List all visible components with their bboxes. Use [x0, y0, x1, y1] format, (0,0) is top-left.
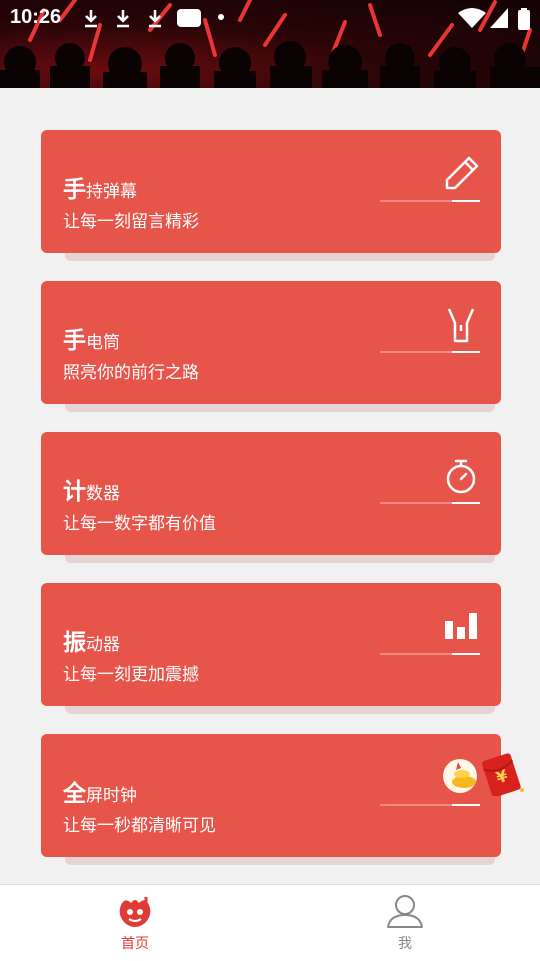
card-divider	[380, 653, 480, 655]
card-vibrator[interactable]: 振动器 让每一刻更加震撼	[41, 583, 501, 706]
card-divider	[380, 804, 480, 806]
notification-icon	[177, 9, 201, 27]
card-title: 手持弹幕	[63, 177, 137, 203]
stopwatch-icon	[446, 459, 476, 494]
download-icon	[85, 10, 97, 28]
card-title: 手电筒	[63, 328, 120, 354]
card-flashlight[interactable]: 手电筒 照亮你的前行之路	[41, 281, 501, 404]
card-danmaku[interactable]: 手持弹幕 让每一刻留言精彩	[41, 130, 501, 253]
wifi-icon	[458, 8, 486, 28]
nav-me[interactable]: 我	[345, 885, 465, 961]
card-subtitle: 让每一数字都有价值	[63, 514, 216, 534]
nav-me-label: 我	[398, 936, 412, 952]
user-icon	[387, 895, 423, 928]
card-divider	[380, 200, 480, 202]
card-fullscreen-clock[interactable]: 全屏时钟 让每一秒都清晰可见	[41, 734, 501, 857]
card-counter[interactable]: 计数器 让每一数字都有价值	[41, 432, 501, 555]
nav-home-label: 首页	[121, 936, 149, 952]
flashlight-icon	[447, 308, 475, 343]
home-mascot-icon	[119, 897, 151, 927]
battery-icon	[518, 8, 530, 30]
download-icon	[149, 10, 161, 28]
pencil-icon	[445, 156, 479, 190]
bar-chart-icon	[445, 613, 477, 639]
signal-icon	[490, 8, 508, 28]
card-divider	[380, 351, 480, 353]
download-icon	[117, 10, 129, 28]
red-envelope-icon[interactable]: ¥	[442, 750, 526, 796]
card-title: 振动器	[63, 630, 120, 656]
card-subtitle: 让每一刻留言精彩	[63, 212, 199, 232]
status-bar: 10:26	[0, 0, 540, 36]
header-banner: 10:26	[0, 0, 540, 88]
nav-home[interactable]: 首页	[75, 885, 195, 961]
bottom-nav: 首页 我	[0, 884, 540, 961]
card-divider	[380, 502, 480, 504]
card-subtitle: 照亮你的前行之路	[63, 363, 199, 383]
card-subtitle: 让每一秒都清晰可见	[63, 816, 216, 836]
status-time: 10:26	[10, 6, 62, 28]
card-title: 全屏时钟	[63, 781, 137, 807]
card-subtitle: 让每一刻更加震撼	[63, 665, 199, 685]
dot-icon	[218, 14, 224, 20]
card-title: 计数器	[63, 479, 120, 505]
